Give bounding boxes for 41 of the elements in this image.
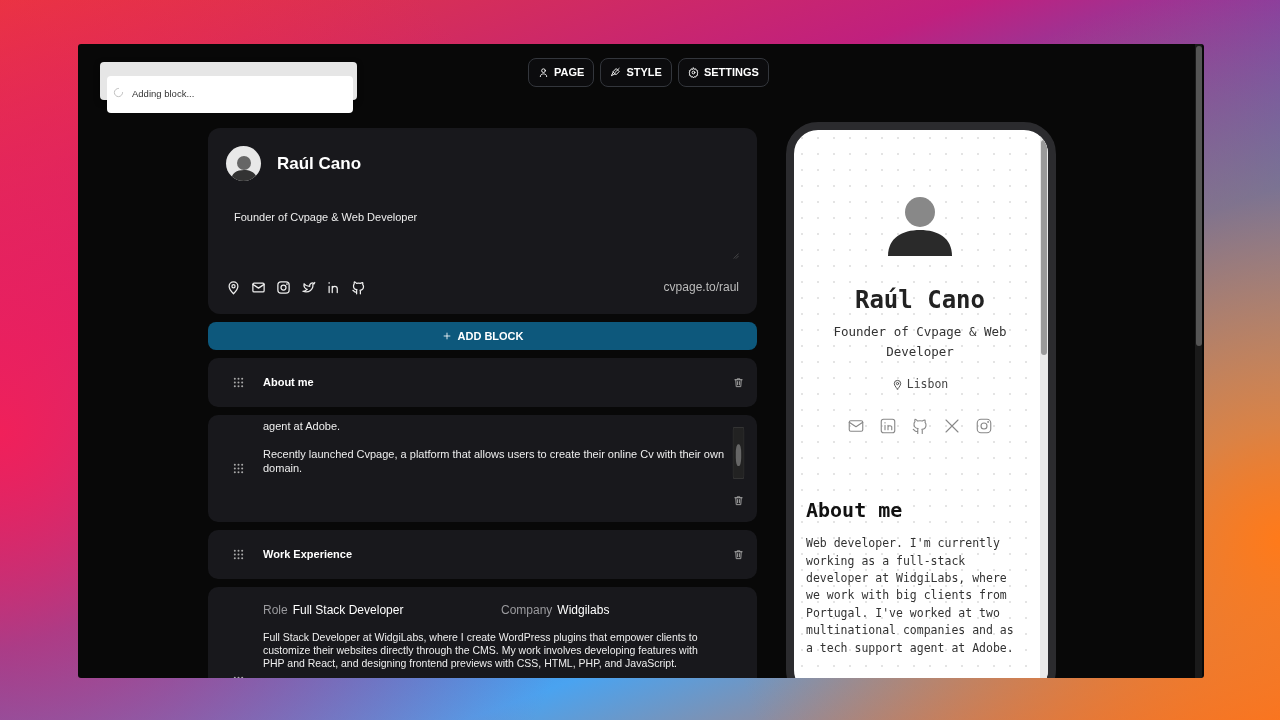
section-title: About me: [806, 497, 904, 525]
drag-handle-icon[interactable]: [233, 463, 244, 474]
preview-name: Raúl Cano: [853, 285, 986, 316]
role-field[interactable]: Role Full Stack Developer: [263, 601, 501, 619]
block-title: Work Experience: [263, 547, 353, 563]
brush-icon: [610, 67, 622, 78]
scrollbar[interactable]: [1195, 44, 1202, 678]
twitter-icon[interactable]: [301, 279, 316, 295]
add-block-button[interactable]: ADD BLOCK: [208, 322, 757, 350]
job-description[interactable]: Full Stack Developer at WidgiLabs, where I create WordPress plugins that empower clients to customize their websites directly through the CMS. My work involves developing features with PHP and React, and designing frontend previews with CSS, HTML, PHP, and JavaScript.: [263, 631, 721, 670]
preview-location: Lisbon: [906, 376, 949, 393]
bio-field[interactable]: Founder of Cvpage & Web Developer: [226, 209, 739, 259]
block-title: About me: [263, 375, 314, 391]
person-icon: [538, 67, 550, 78]
spinner-icon: [113, 87, 124, 98]
linkedin-icon[interactable]: [326, 279, 341, 295]
drag-handle-icon[interactable]: [233, 549, 244, 560]
trash-icon[interactable]: [733, 495, 744, 506]
settings-icon: [687, 67, 699, 78]
resize-handle-icon: [732, 252, 739, 259]
toolbar-button[interactable]: PAGE: [528, 58, 595, 87]
location-pin-icon: [891, 379, 903, 391]
avatar: [226, 146, 261, 181]
plus-icon: [441, 331, 452, 341]
scrollbar-drawing[interactable]: [732, 427, 745, 479]
toolbar-button[interactable]: SETTINGS: [677, 58, 769, 87]
toast-message: Adding block...: [132, 87, 195, 101]
section-text: Web developer. I'm currently working as a full-stack developer at WidgiLabs, where we work with big clients from Portugal. I've worked at two multinational companies and as a tech support agent at Adobe.: [806, 535, 1015, 657]
location-pin-icon[interactable]: [226, 279, 241, 295]
mail-icon[interactable]: [251, 279, 266, 295]
profile-name: Raúl Cano: [277, 152, 362, 175]
github-icon[interactable]: [351, 279, 366, 295]
trash-icon[interactable]: [733, 549, 744, 560]
instagram-icon[interactable]: [276, 279, 291, 295]
preview-tagline: Founder of Cvpage & Web Developer: [832, 323, 1008, 361]
company-field[interactable]: Company Widgilabs: [501, 601, 610, 619]
profile-url[interactable]: cvpage.to/raul: [663, 278, 739, 296]
drag-handle-icon[interactable]: [233, 377, 244, 388]
toolbar-button[interactable]: STYLE: [600, 58, 672, 87]
text-field[interactable]: agent at Adobe. Recently launched Cvpage, a platform that allows users to create their online Cv with their own domain.: [263, 415, 733, 522]
trash-icon[interactable]: [733, 377, 744, 388]
